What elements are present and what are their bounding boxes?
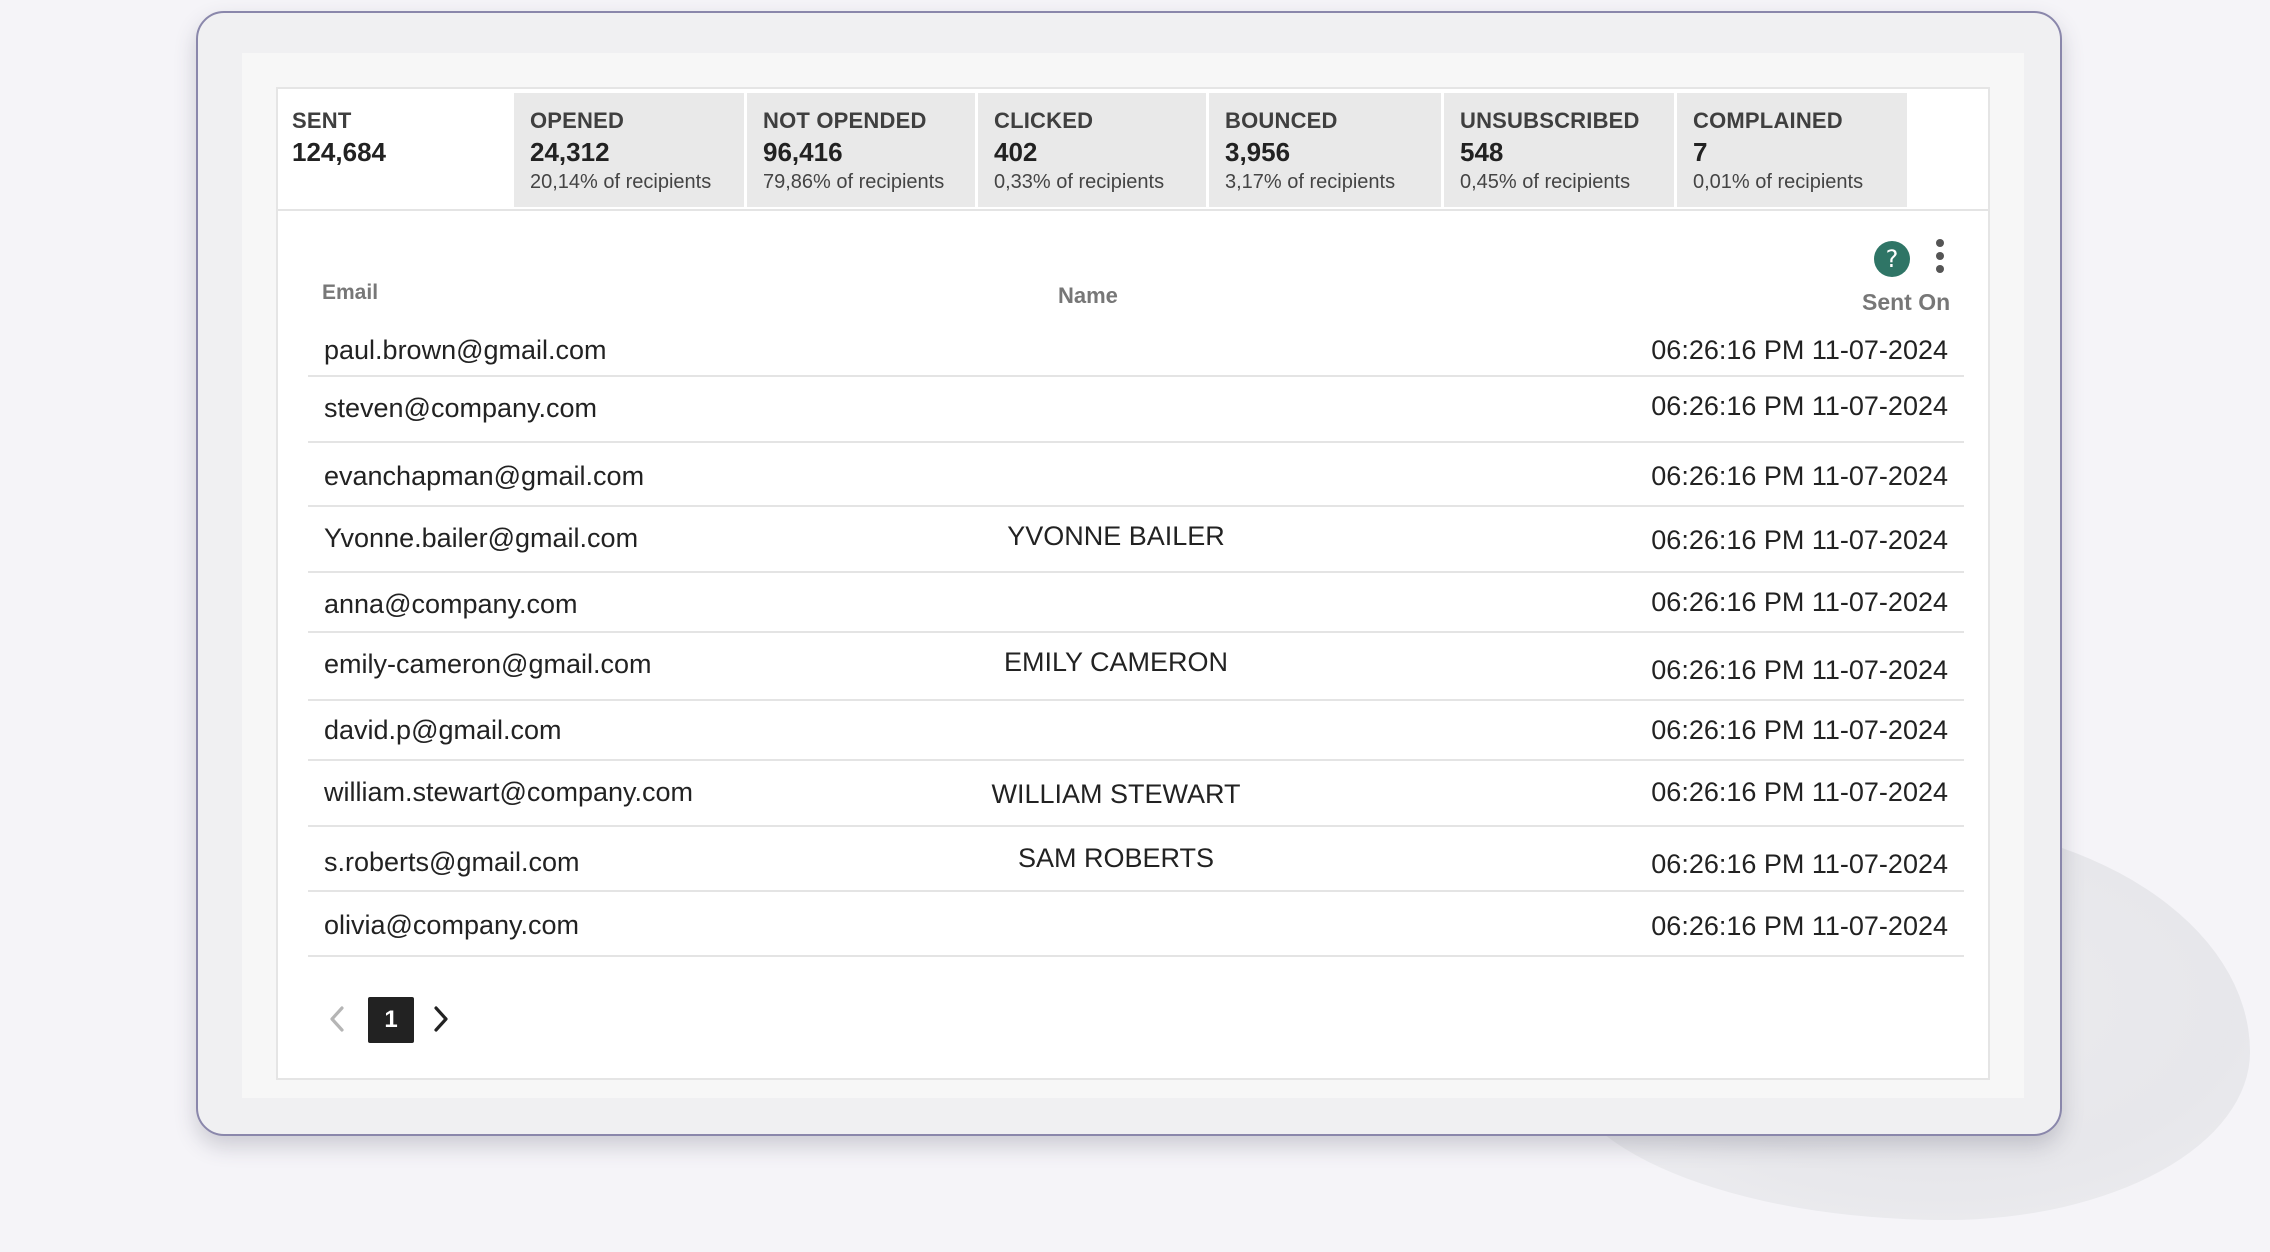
stats-tabs: SENT 124,684 OPENED 24,312 20,14% of rec… <box>278 89 1988 211</box>
dot <box>1936 239 1944 247</box>
cell-sent-on: 06:26:16 PM 11-07-2024 <box>1651 655 1948 685</box>
dot <box>1936 252 1944 260</box>
tab-label: BOUNCED <box>1225 108 1338 133</box>
tab-value: 402 <box>994 137 1038 167</box>
screen: SENT 124,684 OPENED 24,312 20,14% of rec… <box>242 53 2024 1098</box>
column-header-sent-on[interactable]: Sent On <box>1862 289 1950 316</box>
cell-email: evanchapman@gmail.com <box>324 461 645 491</box>
cell-sent-on: 06:26:16 PM 11-07-2024 <box>1651 525 1948 555</box>
dot <box>1936 265 1944 273</box>
previous-page-button[interactable] <box>322 1003 354 1035</box>
chevron-left-icon <box>330 1006 344 1032</box>
tab-unsubscribed[interactable]: UNSUBSCRIBED 548 0,45% of recipients <box>1444 93 1674 207</box>
tab-label: COMPLAINED <box>1693 108 1843 133</box>
tab-percentage: 20,14% of recipients <box>530 171 712 193</box>
tab-percentage: 3,17% of recipients <box>1225 171 1396 193</box>
table-row[interactable]: emily-cameron@gmail.com EMILY CAMERON 06… <box>308 633 1964 701</box>
tab-value: 96,416 <box>763 137 843 167</box>
cell-email: s.roberts@gmail.com <box>324 847 580 877</box>
tab-value: 124,684 <box>292 137 386 167</box>
cell-sent-on: 06:26:16 PM 11-07-2024 <box>1651 391 1948 421</box>
report-panel: SENT 124,684 OPENED 24,312 20,14% of rec… <box>276 87 1990 1080</box>
table-row[interactable]: s.roberts@gmail.com SAM ROBERTS 06:26:16… <box>308 827 1964 892</box>
cell-name: EMILY CAMERON <box>1003 647 1229 677</box>
tab-opened[interactable]: OPENED 24,312 20,14% of recipients <box>514 93 744 207</box>
cell-sent-on: 06:26:16 PM 11-07-2024 <box>1651 587 1948 617</box>
cell-sent-on: 06:26:16 PM 11-07-2024 <box>1651 335 1948 365</box>
column-header-name[interactable]: Name <box>1058 283 1118 309</box>
recipients-table: paul.brown@gmail.com 06:26:16 PM 11-07-2… <box>308 325 1964 957</box>
tab-label: SENT <box>292 108 352 133</box>
table-row[interactable]: william.stewart@company.com WILLIAM STEW… <box>308 761 1964 827</box>
table-row[interactable]: evanchapman@gmail.com 06:26:16 PM 11-07-… <box>308 443 1964 507</box>
help-icon[interactable]: ? <box>1874 241 1910 277</box>
tab-sent[interactable]: SENT 124,684 <box>278 93 514 207</box>
cell-name: SAM ROBERTS <box>1017 843 1215 873</box>
tab-percentage: 0,33% of recipients <box>994 171 1165 193</box>
more-options-icon[interactable] <box>1930 239 1950 279</box>
tab-label: CLICKED <box>994 108 1094 133</box>
column-header-email[interactable]: Email <box>322 281 378 305</box>
tab-clicked[interactable]: CLICKED 402 0,33% of recipients <box>978 93 1206 207</box>
device-frame: SENT 124,684 OPENED 24,312 20,14% of rec… <box>196 11 2062 1136</box>
cell-email: david.p@gmail.com <box>324 715 562 745</box>
table-row[interactable]: steven@company.com 06:26:16 PM 11-07-202… <box>308 377 1964 443</box>
cell-email: william.stewart@company.com <box>324 777 693 807</box>
table-row[interactable]: paul.brown@gmail.com 06:26:16 PM 11-07-2… <box>308 325 1964 377</box>
tab-not-opened[interactable]: NOT OPENDED 96,416 79,86% of recipients <box>747 93 975 207</box>
table-row[interactable]: anna@company.com 06:26:16 PM 11-07-2024 <box>308 573 1964 633</box>
chevron-right-icon <box>434 1006 448 1032</box>
next-page-button[interactable] <box>424 1003 456 1035</box>
tab-label: NOT OPENDED <box>763 108 927 133</box>
cell-sent-on: 06:26:16 PM 11-07-2024 <box>1651 777 1948 807</box>
cell-sent-on: 06:26:16 PM 11-07-2024 <box>1651 461 1948 491</box>
cell-email: olivia@company.com <box>324 910 579 940</box>
cell-email: steven@company.com <box>324 393 598 423</box>
tab-percentage: 0,45% of recipients <box>1460 171 1631 193</box>
tab-bounced[interactable]: BOUNCED 3,956 3,17% of recipients <box>1209 93 1441 207</box>
tab-percentage: 0,01% of recipients <box>1693 171 1864 193</box>
cell-name: YVONNE BAILER <box>1007 521 1225 551</box>
tab-complained[interactable]: COMPLAINED 7 0,01% of recipients <box>1677 93 1907 207</box>
table-row[interactable]: david.p@gmail.com 06:26:16 PM 11-07-2024 <box>308 701 1964 761</box>
cell-sent-on: 06:26:16 PM 11-07-2024 <box>1651 715 1948 745</box>
tab-value: 3,956 <box>1225 137 1291 167</box>
tab-label: OPENED <box>530 108 625 133</box>
cell-email: emily-cameron@gmail.com <box>324 649 652 679</box>
table-row[interactable]: olivia@company.com 06:26:16 PM 11-07-202… <box>308 892 1964 957</box>
table-row[interactable]: Yvonne.bailer@gmail.com YVONNE BAILER 06… <box>308 507 1964 573</box>
tab-percentage: 79,86% of recipients <box>763 171 945 193</box>
tab-value: 548 <box>1460 137 1504 167</box>
tab-value: 7 <box>1693 137 1708 167</box>
page-number-button[interactable]: 1 <box>368 997 414 1043</box>
cell-email: anna@company.com <box>324 589 578 619</box>
tab-value: 24,312 <box>530 137 610 167</box>
cell-email: paul.brown@gmail.com <box>324 335 607 365</box>
cell-name: WILLIAM STEWART <box>991 779 1241 809</box>
cell-sent-on: 06:26:16 PM 11-07-2024 <box>1651 849 1948 879</box>
cell-email: Yvonne.bailer@gmail.com <box>324 523 639 553</box>
cell-sent-on: 06:26:16 PM 11-07-2024 <box>1651 911 1948 941</box>
tab-label: UNSUBSCRIBED <box>1460 108 1640 133</box>
